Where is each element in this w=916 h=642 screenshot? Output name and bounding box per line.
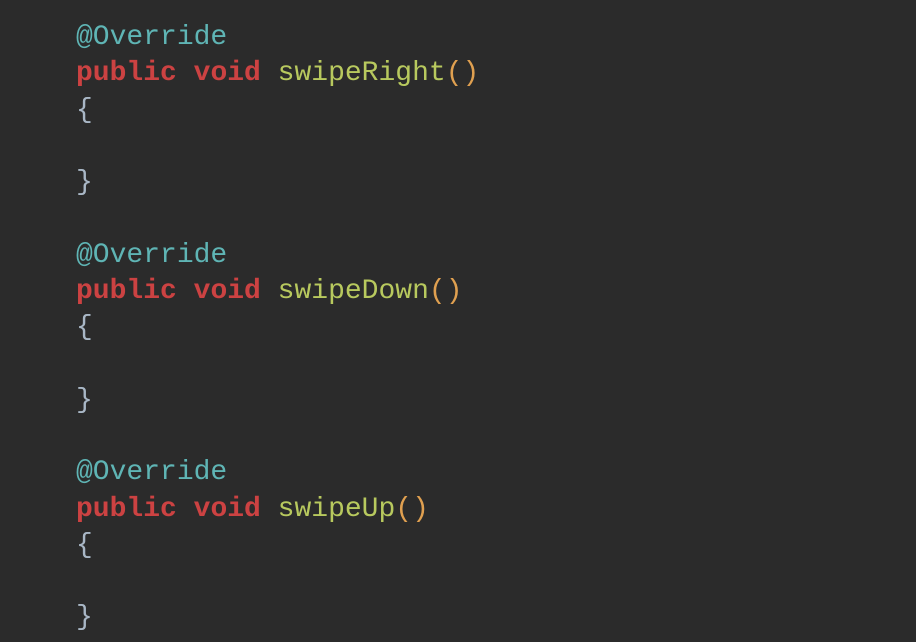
annotation-token: @Override: [76, 22, 227, 53]
keyword-void: void: [194, 58, 261, 89]
close-paren-token: ): [463, 58, 480, 89]
method-name-token: swipeDown: [278, 276, 429, 307]
close-brace-token: }: [76, 167, 93, 198]
open-brace-token: {: [76, 312, 93, 343]
code-line-signature: public void swipeDown(): [76, 274, 916, 310]
code-line-open-brace: {: [76, 528, 916, 564]
open-paren-token: (: [429, 276, 446, 307]
open-paren-token: (: [395, 494, 412, 525]
code-line-open-brace: {: [76, 310, 916, 346]
code-line-close-brace: }: [76, 600, 916, 636]
code-line-annotation: @Override: [76, 20, 916, 56]
code-line-empty: [76, 129, 916, 165]
keyword-public: public: [76, 276, 177, 307]
close-brace-token: }: [76, 602, 93, 633]
keyword-public: public: [76, 58, 177, 89]
open-paren-token: (: [446, 58, 463, 89]
method-name-token: swipeUp: [278, 494, 396, 525]
code-line-signature: public void swipeRight(): [76, 56, 916, 92]
open-brace-token: {: [76, 95, 93, 126]
close-paren-token: ): [412, 494, 429, 525]
code-editor[interactable]: @Override public void swipeRight() { } @…: [76, 20, 916, 637]
code-line-empty: [76, 419, 916, 455]
keyword-public: public: [76, 494, 177, 525]
keyword-void: void: [194, 276, 261, 307]
open-brace-token: {: [76, 530, 93, 561]
close-paren-token: ): [446, 276, 463, 307]
code-line-annotation: @Override: [76, 238, 916, 274]
code-line-empty: [76, 347, 916, 383]
code-line-close-brace: }: [76, 383, 916, 419]
code-line-close-brace: }: [76, 165, 916, 201]
annotation-token: @Override: [76, 240, 227, 271]
code-line-signature: public void swipeUp(): [76, 492, 916, 528]
annotation-token: @Override: [76, 457, 227, 488]
method-name-token: swipeRight: [278, 58, 446, 89]
close-brace-token: }: [76, 385, 93, 416]
code-line-empty: [76, 202, 916, 238]
code-line-empty: [76, 564, 916, 600]
keyword-void: void: [194, 494, 261, 525]
code-line-annotation: @Override: [76, 455, 916, 491]
code-line-open-brace: {: [76, 93, 916, 129]
